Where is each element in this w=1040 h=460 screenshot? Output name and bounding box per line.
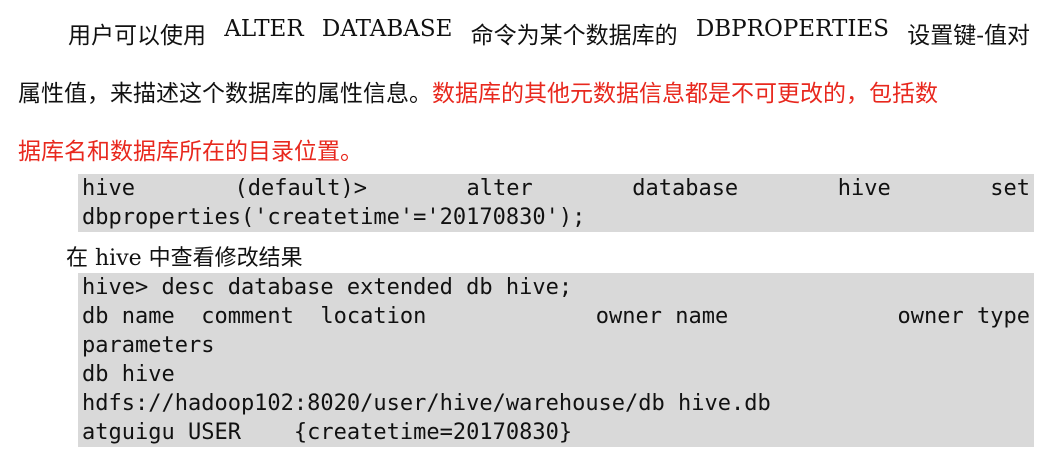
code-line: hdfs://hadoop102:8020/user/hive/warehous…	[82, 391, 771, 416]
paragraph-word: 用户可以使用	[68, 23, 206, 49]
paragraph-line-3: 据库名和数据库所在的目录位置。	[18, 132, 1030, 166]
code-token: hive	[837, 176, 891, 201]
paragraph-word: ALTER	[224, 16, 304, 42]
paragraph-word: 设置键-值对	[907, 23, 1030, 49]
code-line: hive (default)> alter database hive set	[82, 174, 1030, 203]
code-token: alter	[466, 176, 533, 201]
paragraph-line-1: 用户可以使用 ALTER DATABASE 命令为某个数据库的 DBPROPER…	[68, 16, 1030, 50]
code-token: (default)>	[234, 176, 367, 201]
code-token: set	[990, 176, 1030, 201]
paragraph-highlight-text: 据库名和数据库所在的目录位置。	[18, 139, 363, 165]
code-line: hive> desc database extended db hive;	[82, 275, 573, 300]
paragraph-line-2: 属性值，来描述这个数据库的属性信息。数据库的其他元数据信息都是不可更改的，包括数	[18, 74, 1030, 108]
section-subheading: 在 hive 中查看修改结果	[66, 246, 303, 271]
code-token: hive	[82, 176, 135, 201]
paragraph-word: DBPROPERTIES	[695, 16, 889, 42]
paragraph-highlight-text: 数据库的其他元数据信息都是不可更改的，包括数	[432, 81, 938, 107]
code-token: owner name	[595, 304, 729, 329]
paragraph-text: 属性值，来描述这个数据库的属性信息。	[18, 81, 432, 107]
code-block-alter: hive (default)> alter database hive set …	[78, 174, 1034, 232]
code-line: db hive	[82, 362, 175, 387]
code-block-desc: hive> desc database extended db hive; db…	[78, 273, 1034, 447]
code-token: owner type	[897, 304, 1030, 329]
code-line: atguigu USER {createtime=20170830}	[82, 420, 573, 445]
paragraph-word: DATABASE	[321, 16, 453, 42]
code-line: parameters	[82, 333, 215, 358]
code-line: dbproperties('createtime'='20170830');	[82, 205, 586, 230]
code-line: db name comment location owner name owne…	[82, 302, 1030, 331]
paragraph-word: 命令为某个数据库的	[470, 23, 678, 49]
code-token: database	[632, 176, 739, 201]
code-token: db name comment location	[82, 304, 427, 329]
